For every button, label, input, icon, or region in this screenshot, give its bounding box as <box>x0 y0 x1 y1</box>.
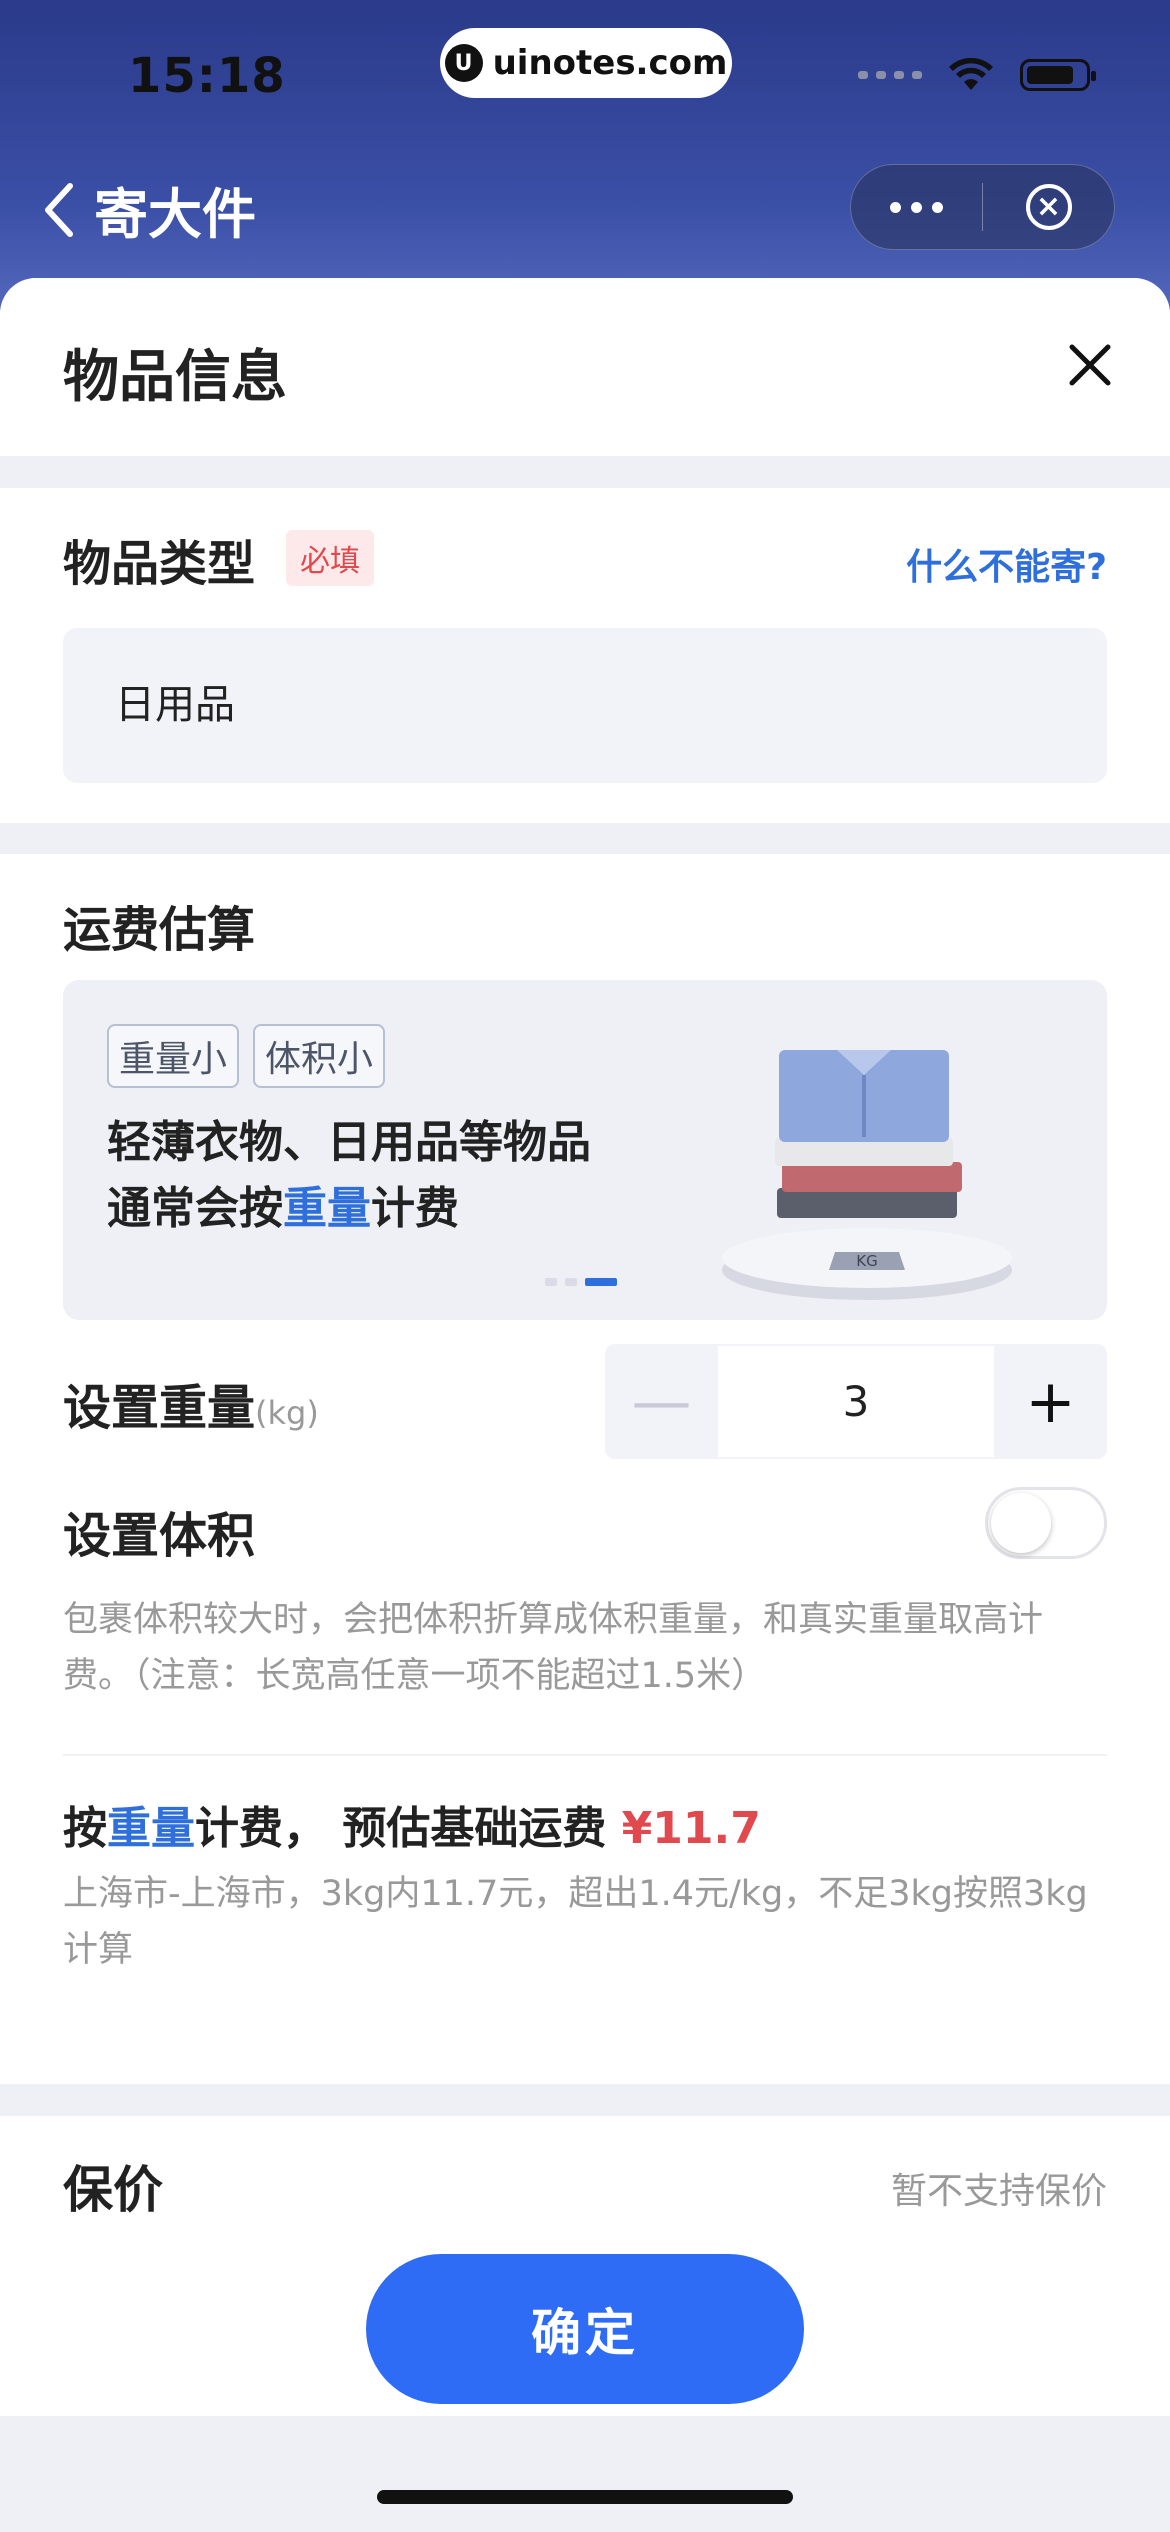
insurance-note: 暂不支持保价 <box>890 2171 1107 2212</box>
insurance-label: 保价 <box>63 2161 163 2219</box>
cellular-signal-icon <box>858 71 922 79</box>
more-dots-icon <box>890 201 901 213</box>
page-title: 寄大件 <box>94 183 256 246</box>
chevron-left-icon <box>45 182 73 237</box>
close-circle-icon: × <box>1025 184 1072 230</box>
more-button[interactable] <box>851 164 982 250</box>
status-icons <box>858 58 1096 92</box>
confirm-button[interactable]: 确定 <box>366 2254 804 2404</box>
banner-tags: 重量小 体积小 <box>107 1024 386 1088</box>
battery-icon <box>1020 59 1096 91</box>
volume-label: 设置体积 <box>63 1508 256 1564</box>
scale-label: KG <box>856 1252 877 1270</box>
exit-button[interactable]: × <box>983 164 1114 250</box>
home-indicator <box>377 2490 793 2504</box>
status-time: 15:18 <box>128 48 286 104</box>
folded-shirts-on-scale-illustration: KG <box>722 1050 1012 1300</box>
url-domain: uinotes.com <box>492 43 728 83</box>
miniprogram-capsule: × <box>850 164 1115 250</box>
wifi-icon <box>949 58 993 90</box>
toggle-knob <box>991 1493 1051 1553</box>
weight-value[interactable]: 3 <box>718 1344 994 1459</box>
billing-tip-banner[interactable]: 重量小 体积小 轻薄衣物、日用品等物品 通常会按重量计费 KG <box>63 980 1107 1320</box>
weight-setting-row: 设置重量(kg) — 3 + <box>0 1344 1170 1459</box>
divider <box>63 1754 1107 1756</box>
close-sheet-button[interactable] <box>1060 336 1120 396</box>
item-type-section: 物品类型 必填 什么不能寄? 日用品 <box>0 488 1170 823</box>
item-type-label: 物品类型 <box>63 536 256 592</box>
estimate-detail: 上海市-上海市，3kg内11.7元，超出1.4元/kg，不足3kg按照3kg计算 <box>63 1874 1088 1970</box>
back-button[interactable]: 寄大件 <box>40 170 256 249</box>
url-pill: U uinotes.com <box>440 28 732 98</box>
estimated-price: ¥11.7 <box>621 1803 761 1854</box>
pager-dot <box>565 1278 577 1286</box>
tag-small-volume: 体积小 <box>253 1024 386 1088</box>
close-icon <box>1069 344 1111 386</box>
increase-weight-button[interactable]: + <box>994 1344 1107 1459</box>
volume-description: 包裹体积较大时，会把体积折算成体积重量，和真实重量取高计费。（注意：长宽高任意一… <box>63 1600 1044 1696</box>
banner-line-1: 轻薄衣物、日用品等物品 <box>107 1117 591 1168</box>
estimate-summary: 按重量计费， 预估基础运费 ¥11.7 <box>63 1803 761 1854</box>
required-badge: 必填 <box>286 530 374 586</box>
banner-pager <box>545 1278 617 1286</box>
what-cannot-send-link[interactable]: 什么不能寄? <box>906 538 1107 590</box>
fee-estimate-title: 运费估算 <box>63 902 256 958</box>
weight-unit: (kg) <box>255 1394 319 1432</box>
sheet-header: 物品信息 <box>0 278 1170 456</box>
tag-light-weight: 重量小 <box>107 1024 240 1088</box>
decrease-weight-button[interactable]: — <box>605 1344 718 1459</box>
volume-toggle[interactable] <box>985 1487 1107 1559</box>
weight-label: 设置重量(kg) <box>63 1380 319 1436</box>
pager-dot-active <box>585 1278 617 1286</box>
weight-stepper: — 3 + <box>605 1344 1107 1459</box>
item-info-sheet: 物品信息 物品类型 必填 什么不能寄? 日用品 运费估算 重量小 体积小 轻薄衣… <box>0 278 1170 2532</box>
item-type-selector[interactable]: 日用品 <box>63 628 1107 783</box>
banner-line-2: 通常会按重量计费 <box>107 1183 459 1234</box>
volume-setting-row: 设置体积 <box>0 1484 1170 1594</box>
uinotes-logo-icon: U <box>444 44 483 82</box>
banner-text: 轻薄衣物、日用品等物品 通常会按重量计费 <box>107 1110 591 1242</box>
sheet-title: 物品信息 <box>63 345 287 410</box>
fee-estimate-section: 运费估算 重量小 体积小 轻薄衣物、日用品等物品 通常会按重量计费 KG 设置重… <box>0 854 1170 2084</box>
pager-dot <box>545 1278 557 1286</box>
